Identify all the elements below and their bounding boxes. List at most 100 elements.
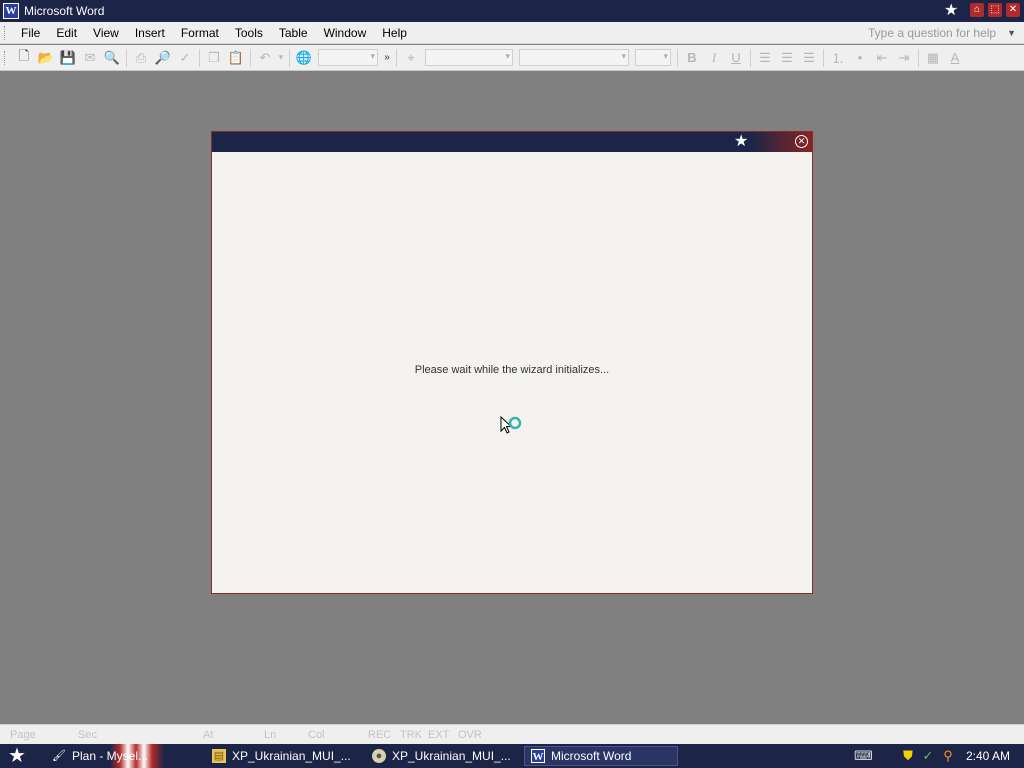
font-color-button[interactable]: A [944,48,966,68]
spelling-icon[interactable]: ✓ [174,48,196,68]
underline-button[interactable]: U [725,48,747,68]
status-sec: Sec [78,729,97,741]
toolbar-grip[interactable] [4,50,7,65]
status-ln: Ln [264,729,277,741]
taskbar-item-label: Plan - Mysel... [72,749,149,763]
menu-view[interactable]: View [85,26,127,40]
print-icon[interactable]: ⎙ [130,48,152,68]
taskbar-clock[interactable]: 2:40 AM [966,749,1010,763]
taskbar-item-label: XP_Ukrainian_MUI_... [392,749,511,763]
status-trk[interactable]: TRK [400,729,422,741]
open-folder-icon[interactable]: 📂 [35,48,57,68]
hyperlink-icon[interactable]: 🌐 [293,48,315,68]
setup-icon: ● [372,749,386,763]
system-tray: ⌨ ⛊ ✓ ⚲ 2:40 AM [854,744,1024,768]
menu-file[interactable]: File [13,26,48,40]
toolbar-separator [289,48,290,67]
star-icon: ★ [944,2,959,19]
toolbar-separator [396,48,397,67]
toolbar-separator [823,48,824,67]
styles-icon[interactable]: ⌖ [400,48,422,68]
menu-table[interactable]: Table [271,26,316,40]
research-icon[interactable]: 🔍 [101,48,123,68]
italic-button[interactable]: I [703,48,725,68]
toolbar-separator [677,48,678,67]
align-left-icon[interactable]: ☰ [754,48,776,68]
word-app-icon[interactable]: W [3,3,19,19]
toolbar-separator [750,48,751,67]
folder-icon: ▤ [212,749,226,763]
word-icon: W [531,749,545,763]
network-icon[interactable]: ✓ [920,748,936,764]
dialog-titlebar: ★ ✕ [212,132,812,152]
wizard-loading-message: Please wait while the wizard initializes… [414,364,610,376]
status-ext[interactable]: EXT [428,729,449,741]
toolbar-separator [126,48,127,67]
menu-edit[interactable]: Edit [48,26,85,40]
menu-window[interactable]: Window [316,26,375,40]
status-col: Col [308,729,325,741]
help-search-input[interactable]: Type a question for help ▼ [868,25,1018,41]
menu-insert[interactable]: Insert [127,26,173,40]
new-document-icon[interactable]: 🗋 [13,48,35,68]
taskbar-item-label: Microsoft Word [551,749,632,763]
toolbar-separator [918,48,919,67]
shield-icon[interactable]: ⛊ [900,748,916,764]
minimize-button[interactable]: ⌂ [970,3,984,17]
menu-bar: File Edit View Insert Format Tools Table… [0,22,1024,44]
taskbar-item-setup[interactable]: ● XP_Ukrainian_MUI_... [366,746,516,766]
menu-grip[interactable] [4,25,7,40]
wizard-dialog: ★ ✕ Please wait while the wizard initial… [211,131,813,594]
copy-icon[interactable]: ❐ [203,48,225,68]
bold-button[interactable]: B [681,48,703,68]
decrease-indent-icon[interactable]: ⇤ [871,48,893,68]
borders-icon[interactable]: ▦ [922,48,944,68]
close-button[interactable]: ✕ [1006,3,1020,17]
style-combo[interactable] [425,49,513,66]
dialog-close-area: ✕ [752,132,812,152]
status-at: At [203,729,214,741]
increase-indent-icon[interactable]: ⇥ [893,48,915,68]
zoom-combo[interactable] [318,49,378,66]
permission-icon[interactable]: ✉ [79,48,101,68]
window-titlebar: W Microsoft Word ★ ⌂ ⬚ ✕ [0,0,1024,22]
align-right-icon[interactable]: ☰ [798,48,820,68]
save-icon[interactable]: 💾 [57,48,79,68]
keyboard-icon[interactable]: ⌨ [854,748,873,764]
status-rec[interactable]: REC [368,729,391,741]
font-combo[interactable] [519,49,629,66]
status-page: Page [10,729,36,741]
undo-icon[interactable]: ↶ [254,48,276,68]
bullets-icon[interactable]: • [849,48,871,68]
menu-tools[interactable]: Tools [227,26,271,40]
start-star-icon: ★ [8,745,26,767]
help-search-placeholder: Type a question for help [868,26,997,40]
numbering-icon[interactable]: ⒈ [827,48,849,68]
taskbar-item-folder[interactable]: ▤ XP_Ukrainian_MUI_... [206,746,356,766]
toolbar-options-icon[interactable]: » [381,48,393,68]
font-size-combo[interactable] [635,49,671,66]
dialog-close-button[interactable]: ✕ [795,135,808,148]
status-ovr[interactable]: OVR [458,729,482,741]
paint-icon: 🖌 [52,750,66,762]
taskbar-item-word[interactable]: W Microsoft Word [524,746,678,766]
star-icon: ★ [734,133,749,150]
toolbar-separator [199,48,200,67]
busy-cursor-icon [500,415,522,434]
standard-toolbar: 🗋 📂 💾 ✉ 🔍 ⎙ 🔎 ✓ ❐ 📋 ↶ ▾ 🌐 » ⌖ B I U ☰ ☰ … [0,45,1024,71]
status-bar: Page Sec At Ln Col REC TRK EXT OVR [0,724,1024,744]
window-title: Microsoft Word [24,4,105,18]
taskbar: ★ 🖌 Plan - Mysel... ▤ XP_Ukrainian_MUI_.… [0,744,1024,768]
taskbar-item-plan[interactable]: 🖌 Plan - Mysel... [46,746,206,766]
menu-format[interactable]: Format [173,26,227,40]
toolbar-separator [250,48,251,67]
menu-help[interactable]: Help [374,26,415,40]
undo-dropdown-icon[interactable]: ▾ [276,48,286,68]
align-center-icon[interactable]: ☰ [776,48,798,68]
paste-icon[interactable]: 📋 [225,48,247,68]
print-preview-icon[interactable]: 🔎 [152,48,174,68]
chevron-down-icon[interactable]: ▼ [1007,25,1016,41]
taskbar-item-label: XP_Ukrainian_MUI_... [232,749,351,763]
restore-button[interactable]: ⬚ [988,3,1002,17]
search-icon[interactable]: ⚲ [940,748,956,764]
